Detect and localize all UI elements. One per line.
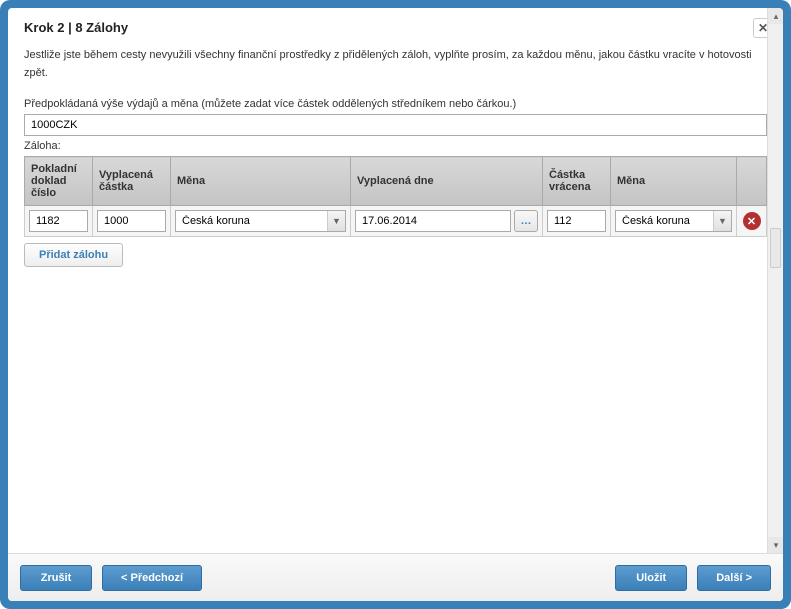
doc-number-input[interactable]: [29, 210, 88, 232]
col-actions: [737, 157, 767, 206]
currency-1-value[interactable]: [175, 210, 346, 232]
col-paid-date: Vyplacená dne: [351, 157, 543, 206]
modal-dialog: ✕ Krok 2 | 8 Zálohy Jestliže jste během …: [0, 0, 791, 609]
zaloha-label: Záloha:: [24, 140, 767, 152]
col-returned-amount: Částka vrácena: [543, 157, 611, 206]
col-paid-amount: Vyplacená částka: [93, 157, 171, 206]
col-currency-1: Měna: [171, 157, 351, 206]
footer-bar: Zrušit < Předchozí Uložit Další >: [8, 553, 783, 601]
ellipsis-icon: …: [521, 215, 532, 227]
date-picker-button[interactable]: …: [514, 210, 538, 232]
paid-amount-input[interactable]: [97, 210, 166, 232]
scroll-thumb[interactable]: [770, 228, 781, 268]
chevron-down-icon: ▼: [327, 211, 345, 231]
expenses-label: Předpokládaná výše výdajů a měna (můžete…: [24, 98, 767, 110]
chevron-down-icon: ▼: [713, 211, 731, 231]
cancel-button[interactable]: Zrušit: [20, 565, 92, 591]
add-advance-button[interactable]: Přidat zálohu: [24, 243, 123, 267]
page-title: Krok 2 | 8 Zálohy: [24, 20, 767, 35]
previous-button[interactable]: < Předchozí: [102, 565, 202, 591]
table-header-row: Pokladní doklad číslo Vyplacená částka M…: [25, 157, 767, 206]
scroll-up-icon[interactable]: ▴: [768, 8, 783, 24]
next-button[interactable]: Další >: [697, 565, 771, 591]
expenses-input[interactable]: [24, 114, 767, 136]
dialog-content: Krok 2 | 8 Zálohy Jestliže jste během ce…: [8, 8, 783, 601]
table-row: ▼ …: [25, 206, 767, 237]
currency-select-2[interactable]: ▼: [615, 210, 732, 232]
col-doc-number: Pokladní doklad číslo: [25, 157, 93, 206]
save-button[interactable]: Uložit: [615, 565, 687, 591]
delete-row-button[interactable]: ✕: [743, 212, 761, 230]
paid-date-input[interactable]: [355, 210, 511, 232]
main-panel: Krok 2 | 8 Zálohy Jestliže jste během ce…: [8, 8, 783, 553]
page-description: Jestliže jste během cesty nevyužili všec…: [24, 47, 767, 82]
delete-icon: ✕: [747, 215, 756, 228]
returned-amount-input[interactable]: [547, 210, 606, 232]
advances-table: Pokladní doklad číslo Vyplacená částka M…: [24, 156, 767, 267]
scrollbar[interactable]: ▴ ▾: [767, 8, 783, 553]
currency-select-1[interactable]: ▼: [175, 210, 346, 232]
scroll-down-icon[interactable]: ▾: [768, 537, 783, 553]
col-currency-2: Měna: [611, 157, 737, 206]
